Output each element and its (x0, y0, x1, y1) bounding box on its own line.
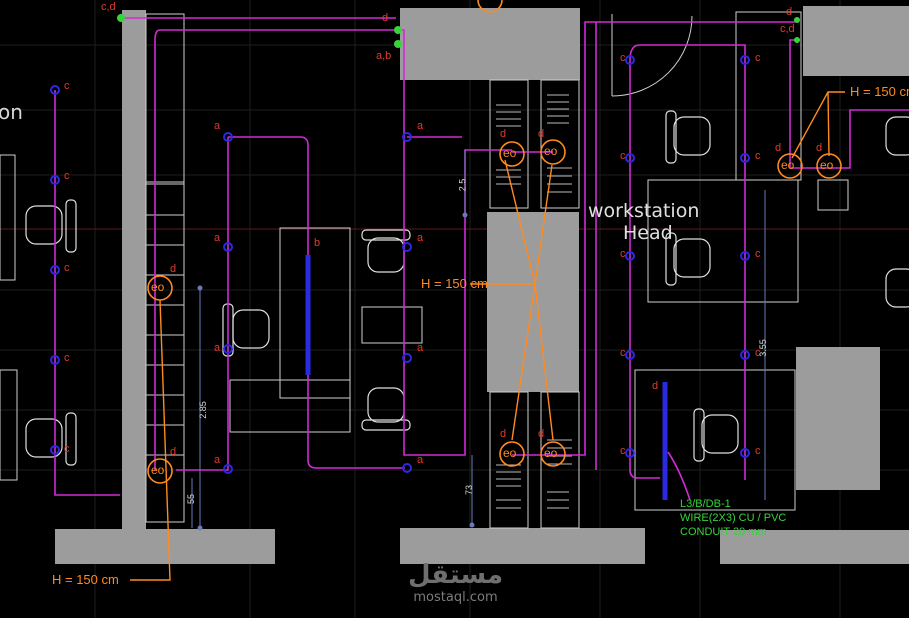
watermark-site: mostaql.com (413, 590, 498, 605)
circuit-letter: c (755, 248, 761, 260)
chair (361, 387, 411, 431)
panel-note-line1: L3/B/DB-1 (680, 498, 731, 510)
dimension-text: 2.85 (197, 401, 208, 419)
circuit-letter: d (652, 380, 659, 392)
circuit-letter: c (755, 150, 761, 162)
circuit-letter: a (417, 120, 424, 132)
height-label-center: H = 150 cm (421, 276, 488, 291)
circuit-letter: d (170, 446, 177, 458)
room-label-partial: on (0, 100, 23, 124)
circuit-letter: c,d (780, 23, 795, 35)
circuit-letter: d (382, 12, 389, 24)
circuit-letter: a (417, 454, 424, 466)
panel-note-line2: WIRE(2X3) CU / PVC (680, 512, 787, 524)
outlet-label: eo (781, 158, 795, 172)
circuit-letter: c (64, 443, 70, 455)
circuit-letter: c (620, 248, 626, 260)
panel-note-line3: CONDUIT 20 mm (680, 526, 767, 538)
chair (665, 110, 711, 164)
outlet-label: eo (503, 146, 517, 160)
circuit-letter: c (620, 150, 626, 162)
circuit-letter: c (64, 170, 70, 182)
outlet-label: eo (151, 463, 165, 477)
circuit-letter: d (500, 128, 507, 140)
circuit-letter: a,b (376, 50, 392, 62)
circuit-letter: a (214, 454, 221, 466)
chair (885, 268, 909, 308)
chair (25, 412, 77, 466)
chair (361, 229, 411, 273)
circuit-letter: a (417, 342, 424, 354)
outlet-label: eo (820, 158, 834, 172)
circuit-letter: c (620, 445, 626, 457)
circuit-letter: d (775, 142, 782, 154)
circuit-letter: d (816, 142, 823, 154)
circuit-letter: b (314, 237, 321, 249)
outlet-label: eo (544, 446, 558, 460)
outlet-label: eo (544, 144, 558, 158)
circuit-letter: d (538, 428, 545, 440)
room-label-head: Head (623, 222, 673, 244)
circuit-letter: c (64, 352, 70, 364)
circuit-letter: a (417, 232, 424, 244)
dimension-text: 3.55 (757, 339, 768, 357)
circuit-letter: d (500, 428, 507, 440)
fixture-lines (305, 255, 668, 500)
dimension-text: 55 (186, 493, 197, 505)
chair (25, 199, 77, 253)
drawing-canvas (0, 0, 909, 618)
circuit-letter: c (64, 262, 70, 274)
circuit-letter: d (170, 263, 177, 275)
outlet-label: eo (503, 446, 517, 460)
circuit-letter: a (214, 342, 221, 354)
circuit-letter: d (786, 6, 793, 18)
chair (885, 116, 909, 156)
circuit-letter: a (214, 120, 221, 132)
cad-floor-plan: on workstation Head H = 150 cm H = 150 c… (0, 0, 909, 618)
height-label-top-right: H = 150 cm (850, 84, 909, 99)
watermark-logo-text: مستقل (407, 560, 504, 590)
outlet-label: eo (151, 280, 165, 294)
room-label-workstation: workstation (588, 200, 700, 222)
circuit-letter: d (538, 128, 545, 140)
circuit-letter: c (620, 347, 626, 359)
circuit-letter: c (64, 80, 70, 92)
circuit-wiring (54, 14, 909, 501)
circuit-letter: c (620, 52, 626, 64)
dimension-text: 73 (464, 484, 475, 496)
circuit-letter: c (755, 445, 761, 457)
circuit-letter: c,d (101, 1, 116, 13)
height-label-bottom-left: H = 150 cm (52, 572, 119, 587)
dimension-text: 2.5 (457, 178, 468, 192)
chair (222, 303, 270, 357)
chair (693, 408, 739, 462)
circuit-letter: a (214, 232, 221, 244)
circuit-letter: c (755, 52, 761, 64)
